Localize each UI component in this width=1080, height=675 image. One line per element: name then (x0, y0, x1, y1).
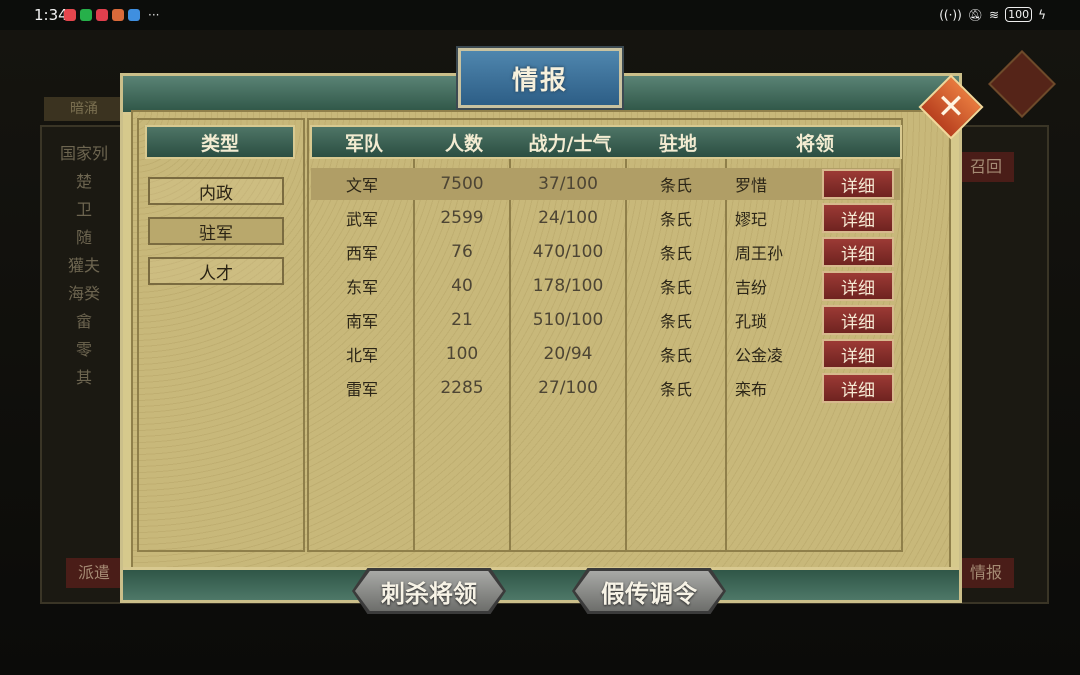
nfc-icon: ((·)) (939, 7, 962, 22)
dialog-bottom-band (123, 567, 959, 600)
column-divider (725, 159, 727, 551)
detail-button[interactable]: 详细 (822, 339, 894, 369)
background-list-item: 海癸 (67, 284, 100, 303)
app-notification-icon (64, 9, 76, 21)
battery-indicator: 100 (1005, 7, 1033, 22)
count-cell: 21 (451, 310, 473, 330)
close-icon[interactable]: ✕ (928, 84, 974, 130)
count-cell: 100 (445, 344, 479, 364)
army-cell: 南军 (345, 312, 378, 331)
power-morale-cell: 470/100 (532, 242, 604, 262)
notification-icons: ··· (64, 9, 159, 21)
count-cell: 76 (451, 242, 473, 262)
column-header-army: 军队 (344, 132, 383, 155)
fake-order-label: 假传调令 (575, 571, 723, 611)
count-cell: 7500 (440, 174, 484, 194)
station-cell: 条氏 (659, 210, 692, 229)
station-cell: 条氏 (659, 278, 692, 297)
power-morale-cell: 37/100 (538, 174, 598, 194)
mute-icon: 🔕︎ (967, 7, 984, 22)
general-cell: 吉纷 (735, 278, 768, 297)
type-button-talent[interactable]: 人才 (148, 257, 284, 285)
app-notification-icon (96, 9, 108, 21)
wechat-icon (80, 9, 92, 21)
fake-order-button[interactable]: 假传调令 (572, 568, 726, 614)
station-cell: 条氏 (659, 380, 692, 399)
background-list-item: 其 (75, 368, 92, 387)
detail-button[interactable]: 详细 (822, 203, 894, 233)
app-notification-icon (128, 9, 140, 21)
status-time: 1:34 (34, 6, 68, 24)
background-recall-button: 召回 (958, 152, 1014, 182)
background-list-item: 卫 (75, 200, 92, 219)
station-cell: 条氏 (659, 312, 692, 331)
power-morale-cell: 20/94 (543, 344, 593, 364)
power-morale-cell: 510/100 (532, 310, 604, 330)
app-notification-icon (112, 9, 124, 21)
background-country-list: 国家列 楚 卫 随 獾夫 海癸 畲 零 其 (44, 140, 124, 392)
more-notifications-icon: ··· (148, 8, 160, 22)
general-cell: 公金凌 (735, 346, 784, 365)
dialog-title: 情报 (511, 65, 568, 96)
dialog-title-plate: 情报 (458, 48, 622, 108)
power-morale-cell: 178/100 (532, 276, 604, 296)
charging-icon: ϟ (1038, 7, 1046, 22)
column-header-power-morale: 战力/士气 (528, 132, 612, 155)
detail-button[interactable]: 详细 (822, 305, 894, 335)
station-cell: 条氏 (659, 176, 692, 195)
background-list-item: 獾夫 (67, 256, 100, 275)
column-header-station: 驻地 (658, 132, 697, 155)
type-header: 类型 (145, 125, 295, 159)
general-cell: 孔琐 (735, 312, 768, 331)
type-button-garrison[interactable]: 驻军 (148, 217, 284, 245)
background-tab: 暗涌 (44, 97, 124, 121)
wifi-icon: ≋ (989, 7, 1000, 22)
background-intel-button: 情报 (958, 558, 1014, 588)
background-dispatch-button: 派遣 (66, 558, 122, 588)
detail-button[interactable]: 详细 (822, 237, 894, 267)
type-button-internal-affairs[interactable]: 内政 (148, 177, 284, 205)
count-cell: 2285 (440, 378, 484, 398)
count-cell: 40 (451, 276, 473, 296)
background-list-item: 楚 (75, 172, 92, 191)
column-header-general: 将领 (795, 132, 834, 155)
power-morale-cell: 24/100 (538, 208, 598, 228)
background-list-item: 零 (75, 340, 92, 359)
status-bar: 1:34 ··· ((·)) 🔕︎ ≋ 100 ϟ (0, 0, 1080, 30)
general-cell: 嫪玘 (735, 210, 768, 229)
general-cell: 栾布 (735, 380, 768, 399)
background-list-item: 畲 (75, 312, 92, 331)
background-list-item: 随 (75, 228, 92, 247)
power-morale-cell: 27/100 (538, 378, 598, 398)
station-cell: 条氏 (659, 244, 692, 263)
background-list-item: 国家列 (59, 144, 108, 163)
general-cell: 周王孙 (735, 244, 784, 263)
army-cell: 雷军 (345, 380, 378, 399)
detail-button[interactable]: 详细 (822, 373, 894, 403)
army-cell: 西军 (345, 244, 378, 263)
detail-button[interactable]: 详细 (822, 169, 894, 199)
army-cell: 北军 (345, 346, 378, 365)
army-cell: 文军 (345, 176, 378, 195)
station-cell: 条氏 (659, 346, 692, 365)
assassinate-general-label: 刺杀将领 (355, 571, 503, 611)
table-header: 军队 人数 战力/士气 驻地 将领 (310, 125, 902, 159)
army-cell: 东军 (345, 278, 378, 297)
general-cell: 罗惜 (735, 176, 768, 195)
assassinate-general-button[interactable]: 刺杀将领 (352, 568, 506, 614)
column-header-count: 人数 (444, 132, 483, 155)
detail-button[interactable]: 详细 (822, 271, 894, 301)
count-cell: 2599 (440, 208, 484, 228)
army-cell: 武军 (345, 210, 378, 229)
